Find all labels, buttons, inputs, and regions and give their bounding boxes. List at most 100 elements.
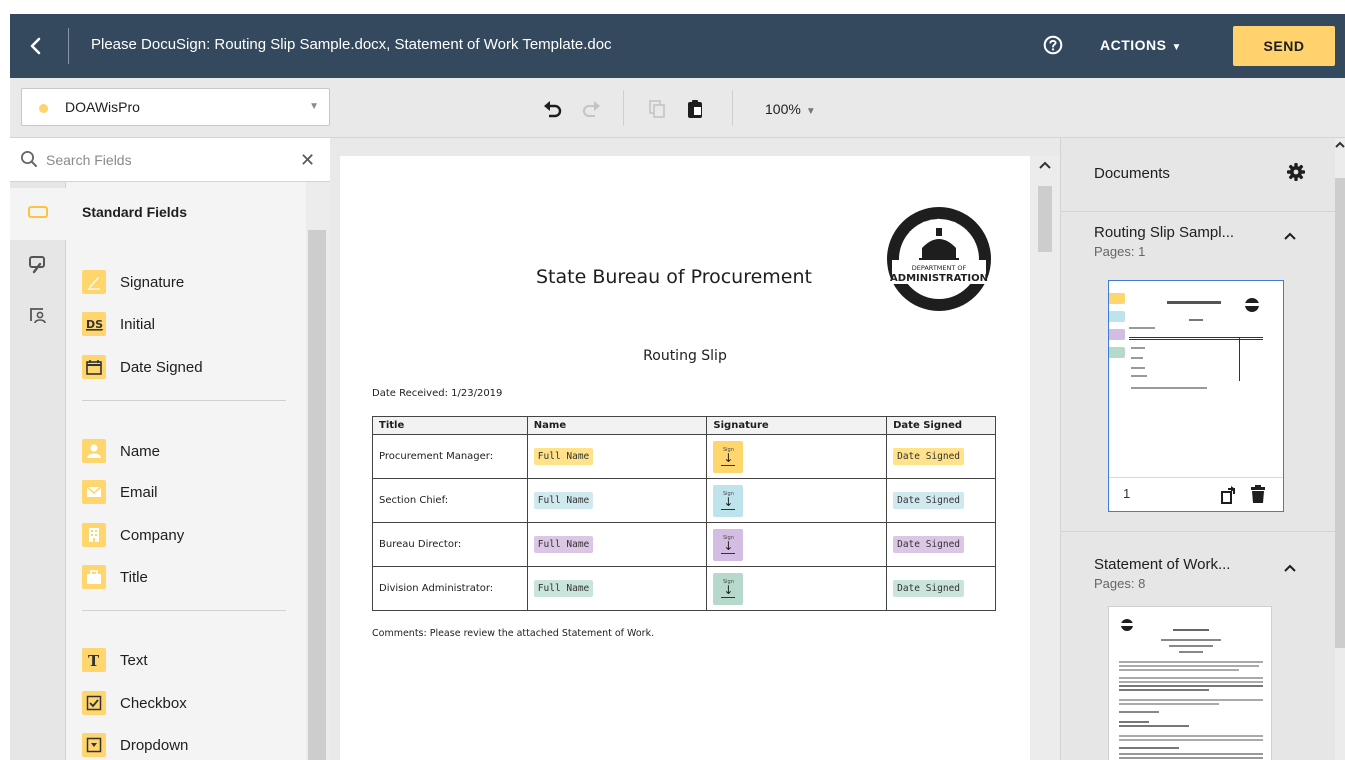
seal-line-1: DEPARTMENT OF [912, 264, 967, 272]
help-icon[interactable] [1043, 35, 1063, 55]
sign-here-tag[interactable]: Sign ↓ [713, 484, 744, 517]
field-label: Text [120, 651, 148, 669]
routing-slip-table: Title Name Signature Date Signed Procure… [372, 416, 996, 611]
redo-icon[interactable] [580, 98, 602, 120]
thumbnail-preview [1119, 619, 1263, 759]
custom-fields-icon [28, 254, 48, 279]
document-canvas: State Bureau of Procurement WISCONSIN DE… [330, 138, 1060, 760]
scroll-up-icon[interactable] [1335, 138, 1345, 152]
paste-icon[interactable] [684, 98, 706, 120]
toolbar-separator [623, 90, 624, 126]
field-signature[interactable]: Signature [82, 268, 184, 296]
copy-icon[interactable] [646, 98, 668, 120]
scrollbar-thumb[interactable] [1038, 186, 1052, 252]
document-name[interactable]: Statement of Work... [1094, 556, 1230, 573]
field-initial[interactable]: DS Initial [82, 310, 155, 338]
scroll-up-icon[interactable] [1030, 156, 1060, 176]
field-label: Company [120, 526, 185, 544]
sign-here-tag[interactable]: Sign ↓ [713, 440, 744, 473]
column-header: Signature [706, 416, 888, 435]
date-signed-field[interactable]: Date Signed [893, 448, 965, 465]
row-title: Division Administrator: [372, 566, 528, 611]
undo-icon[interactable] [542, 98, 564, 120]
row-title: Procurement Manager: [372, 434, 528, 479]
back-arrow-icon[interactable] [24, 34, 48, 58]
field-email[interactable]: Email [82, 478, 158, 506]
envelope-icon [82, 480, 106, 504]
search-fields-box: ✕ [10, 138, 330, 182]
field-dropdown[interactable]: Dropdown [82, 731, 188, 759]
name-cell: Full Name [526, 434, 708, 479]
fields-scrollbar[interactable] [306, 182, 330, 760]
send-button[interactable]: SEND [1233, 26, 1335, 66]
envelope-title: Please DocuSign: Routing Slip Sample.doc… [91, 36, 612, 53]
field-checkbox[interactable]: Checkbox [82, 689, 187, 717]
field-title[interactable]: Title [82, 563, 148, 591]
arrow-down-icon: ↓ [723, 495, 734, 509]
documents-scrollbar[interactable] [1335, 138, 1345, 760]
signature-cell: Sign ↓ [706, 566, 888, 611]
scrollbar-thumb[interactable] [1335, 178, 1345, 648]
trash-icon[interactable] [1249, 484, 1267, 509]
field-date-signed[interactable]: Date Signed [82, 353, 203, 381]
toolbar-separator [732, 90, 733, 126]
field-company[interactable]: Company [82, 521, 184, 549]
svg-text:T: T [88, 652, 100, 669]
tab-standard-fields[interactable] [10, 188, 66, 240]
full-name-field[interactable]: Full Name [533, 536, 594, 553]
rotate-page-icon[interactable] [1219, 485, 1239, 510]
initial-ds-icon: DS [82, 312, 106, 336]
zoom-selector[interactable]: 100% ▼ [765, 101, 816, 117]
full-name-field[interactable]: Full Name [533, 492, 594, 509]
scrollbar-thumb[interactable] [308, 230, 326, 760]
editor-toolbar: DOAWisPro ▼ 100% ▼ [10, 78, 1345, 138]
document-name[interactable]: Routing Slip Sampl... [1094, 224, 1234, 241]
column-header: Title [372, 416, 528, 435]
canvas-scrollbar[interactable] [1030, 156, 1060, 760]
tab-recipient-fields[interactable] [10, 292, 66, 344]
date-received: Date Received: 1/23/2019 [372, 388, 503, 399]
field-label: Dropdown [120, 736, 189, 754]
thumbnail-footer: 1 [1109, 477, 1283, 511]
sign-here-tag[interactable]: Sign ↓ [713, 528, 744, 561]
sign-here-tag[interactable]: Sign ↓ [713, 572, 744, 605]
fields-panel: ✕ Standard Fields Signature DS [10, 138, 330, 760]
date-cell: Date Signed [886, 478, 996, 523]
group-divider [82, 610, 286, 611]
document-title: State Bureau of Procurement [536, 266, 812, 288]
document-item: Statement of Work... Pages: 8 [1061, 546, 1336, 760]
chevron-up-icon[interactable] [1283, 560, 1297, 572]
signature-cell: Sign ↓ [706, 434, 888, 479]
checkbox-icon [82, 691, 106, 715]
table-row: Division Administrator: Full Name Sign ↓ … [372, 566, 996, 611]
section-title: Standard Fields [82, 204, 188, 220]
calendar-icon [82, 355, 106, 379]
full-name-field[interactable]: Full Name [533, 448, 594, 465]
recipient-selector[interactable]: DOAWisPro ▼ [21, 88, 330, 126]
document-pages: Pages: 8 [1094, 576, 1146, 591]
date-signed-field[interactable]: Date Signed [893, 580, 965, 597]
page-thumbnail[interactable] [1108, 606, 1272, 760]
field-name[interactable]: Name [82, 437, 160, 465]
tab-custom-fields[interactable] [10, 240, 66, 292]
date-signed-field[interactable]: Date Signed [893, 536, 965, 553]
full-name-field[interactable]: Full Name [533, 580, 594, 597]
actions-label: ACTIONS [1100, 37, 1167, 53]
wisconsin-doa-seal-logo: WISCONSIN DEPARTMENT OF ADMINISTRATION D… [884, 204, 994, 314]
date-signed-field[interactable]: Date Signed [893, 492, 965, 509]
name-cell: Full Name [526, 566, 708, 611]
chevron-up-icon[interactable] [1283, 228, 1297, 240]
search-fields-input[interactable] [46, 147, 286, 173]
gear-icon[interactable] [1286, 162, 1306, 182]
page-thumbnail[interactable]: 1 [1105, 280, 1284, 512]
signature-cell: Sign ↓ [706, 478, 888, 523]
actions-menu-button[interactable]: ACTIONS ▼ [1100, 37, 1182, 53]
field-text[interactable]: T Text [82, 646, 148, 674]
column-header: Date Signed [886, 416, 996, 435]
standard-fields-list: Standard Fields Signature DS Initial Dat… [66, 182, 327, 760]
field-label: Date Signed [120, 358, 203, 376]
name-cell: Full Name [526, 522, 708, 567]
row-title: Bureau Director: [372, 522, 528, 567]
row-title: Section Chief: [372, 478, 528, 523]
clear-search-icon[interactable]: ✕ [300, 151, 315, 169]
